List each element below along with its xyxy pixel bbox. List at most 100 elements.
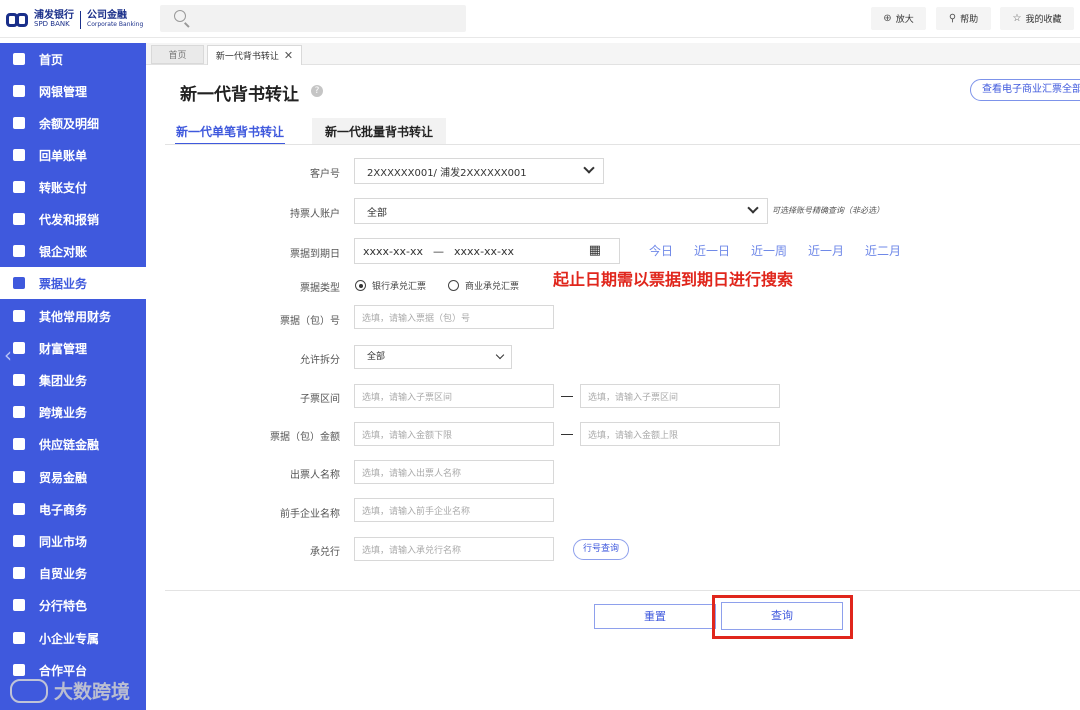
sidebar-item-label: 网银管理: [39, 84, 88, 99]
quick-1-week[interactable]: 近一周: [751, 242, 787, 259]
collapse-arrow-icon[interactable]: ‹: [4, 343, 12, 367]
sidebar-item-sme[interactable]: 小企业专属: [0, 622, 146, 654]
due-date-separator: —: [433, 244, 445, 258]
logo-divider: [80, 11, 81, 29]
quick-2-months[interactable]: 近二月: [865, 242, 901, 259]
bank-code-lookup-button[interactable]: 行号查询: [573, 539, 629, 560]
sidebar-item-crossborder[interactable]: 跨境业务: [0, 396, 146, 428]
page-title: 新一代背书转让: [180, 85, 299, 105]
sidebar-item-label: 其他常用财务: [39, 309, 112, 324]
home-icon: [13, 53, 25, 65]
sidebar-item-group[interactable]: 集团业务: [0, 364, 146, 396]
tab-home[interactable]: 首页: [151, 45, 204, 64]
holder-account-select[interactable]: 全部: [354, 198, 768, 224]
calendar-icon[interactable]: ▦: [589, 243, 601, 258]
chevron-down-icon: [583, 162, 595, 174]
page-tabs: 首页 新一代背书转让 ✕: [146, 43, 1080, 65]
customer-label: 客户号: [310, 169, 340, 180]
commercial-acceptance-label: 商业承兑汇票: [465, 282, 520, 292]
sidebar-item-supply-chain[interactable]: 供应链金融: [0, 428, 146, 460]
favorites-button[interactable]: ☆ 我的收藏: [1000, 7, 1074, 30]
favorites-label: 我的收藏: [1025, 15, 1062, 25]
query-button[interactable]: 查询: [721, 602, 843, 630]
date-search-note: 起止日期需以票据到期日进行搜索: [553, 270, 794, 289]
subtab-divider: [165, 144, 1080, 145]
sidebar-item-label: 回单账单: [39, 148, 88, 163]
due-date-range-input[interactable]: xxxx-xx-xx — xxxx-xx-xx ▦: [354, 238, 620, 264]
lock-icon: [13, 213, 25, 225]
global-search-input[interactable]: [160, 5, 466, 32]
sidebar-item-transfer[interactable]: 转账支付: [0, 171, 146, 203]
holder-account-value: 全部: [367, 207, 387, 219]
close-icon[interactable]: ✕: [284, 49, 293, 62]
users-icon: [13, 632, 25, 644]
sidebar-item-label: 代发和报销: [39, 212, 100, 227]
holder-account-hint: 可选择账号精确查询（非必选）: [772, 206, 884, 215]
sidebar-nav: 首页 网银管理 余额及明细 回单账单 转账支付 代发和报销 银企对账 票据业务 …: [0, 43, 146, 710]
help-button[interactable]: ⚲ 帮助: [936, 7, 991, 30]
tab-single-endorsement[interactable]: 新一代单笔背书转让: [165, 118, 295, 145]
brand-name-en: SPD BANK: [34, 20, 70, 28]
quick-today[interactable]: 今日: [649, 242, 673, 259]
acceptor-bank-input[interactable]: 选填，请输入承兑行名称: [354, 537, 554, 561]
reset-button[interactable]: 重置: [594, 604, 716, 629]
quick-1-day[interactable]: 近一日: [694, 242, 730, 259]
bill-number-label: 票据（包）号: [280, 316, 340, 327]
sidebar-item-home[interactable]: 首页: [0, 43, 146, 75]
zoom-label: 放大: [895, 15, 914, 25]
sidebar-item-label: 小企业专属: [39, 631, 100, 646]
zoom-in-icon: ⊕: [883, 13, 892, 24]
sidebar-item-label: 跨境业务: [39, 405, 88, 420]
range-dash: [561, 396, 573, 397]
allow-split-select[interactable]: 全部: [354, 345, 512, 369]
sidebar-item-trade-finance[interactable]: 贸易金融: [0, 461, 146, 493]
zoom-button[interactable]: ⊕ 放大: [871, 7, 926, 30]
prev-company-input[interactable]: 选填，请输入前手企业名称: [354, 498, 554, 522]
radio-commercial-acceptance[interactable]: [448, 280, 459, 291]
search-icon: [174, 10, 186, 22]
drawer-name-input[interactable]: 选填，请输入出票人名称: [354, 460, 554, 484]
tab-endorsement[interactable]: 新一代背书转让 ✕: [207, 45, 302, 65]
sidebar-item-other-finance[interactable]: 其他常用财务: [0, 300, 146, 332]
sidebar-item-label: 电子商务: [39, 502, 88, 517]
bill-number-input[interactable]: 选填，请输入票据（包）号: [354, 305, 554, 329]
sidebar-item-reconcile[interactable]: 银企对账: [0, 235, 146, 267]
tab-batch-endorsement[interactable]: 新一代批量背书转让: [312, 118, 446, 144]
spd-bank-logo[interactable]: 浦发银行 SPD BANK 公司金融 Corporate Banking: [6, 9, 143, 31]
card-icon: [13, 181, 25, 193]
amount-max-input[interactable]: 选填，请输入金额上限: [580, 422, 780, 446]
watermark-logo-icon: [10, 678, 48, 703]
sidebar-item-label: 自贸业务: [39, 566, 88, 581]
sidebar-item-ftz[interactable]: 自贸业务: [0, 557, 146, 589]
customer-select[interactable]: 2XXXXXX001/ 浦发2XXXXXX001: [354, 158, 604, 184]
sidebar-item-ecommerce[interactable]: 电子商务: [0, 493, 146, 525]
sub-range-from-input[interactable]: 选填，请输入子票区间: [354, 384, 554, 408]
sub-range-label: 子票区间: [300, 394, 340, 405]
sub-range-to-input[interactable]: 选填，请输入子票区间: [580, 384, 780, 408]
watermark-text: 大数跨境: [54, 681, 131, 703]
sidebar-item-balance[interactable]: 余额及明细: [0, 107, 146, 139]
sidebar-item-payroll[interactable]: 代发和报销: [0, 203, 146, 235]
view-all-bills-button[interactable]: 查看电子商业汇票全部: [970, 79, 1080, 101]
sidebar-item-label: 票据业务: [39, 276, 88, 291]
sidebar-item-ebank[interactable]: 网银管理: [0, 75, 146, 107]
brand-name-cn: 浦发银行: [34, 10, 74, 21]
drawer-name-label: 出票人名称: [290, 470, 340, 481]
sidebar-item-bills[interactable]: 票据业务: [0, 267, 146, 299]
radio-bank-acceptance[interactable]: [355, 280, 366, 291]
question-icon[interactable]: ?: [311, 85, 323, 97]
prev-company-label: 前手企业名称: [280, 509, 340, 520]
corp-name-cn: 公司金融: [87, 10, 127, 21]
building-icon: [13, 374, 25, 386]
sidebar-item-wealth[interactable]: 财富管理: [0, 332, 146, 364]
sidebar-item-branch[interactable]: 分行特色: [0, 589, 146, 621]
sidebar-item-receipts[interactable]: 回单账单: [0, 139, 146, 171]
cart-icon: [13, 503, 25, 515]
sidebar-item-label: 同业市场: [39, 534, 88, 549]
sidebar-item-label: 供应链金融: [39, 437, 100, 452]
quick-1-month[interactable]: 近一月: [808, 242, 844, 259]
sidebar-item-label: 贸易金融: [39, 470, 88, 485]
sidebar-item-label: 转账支付: [39, 180, 88, 195]
amount-min-input[interactable]: 选填，请输入金额下限: [354, 422, 554, 446]
sidebar-item-interbank[interactable]: 同业市场: [0, 525, 146, 557]
